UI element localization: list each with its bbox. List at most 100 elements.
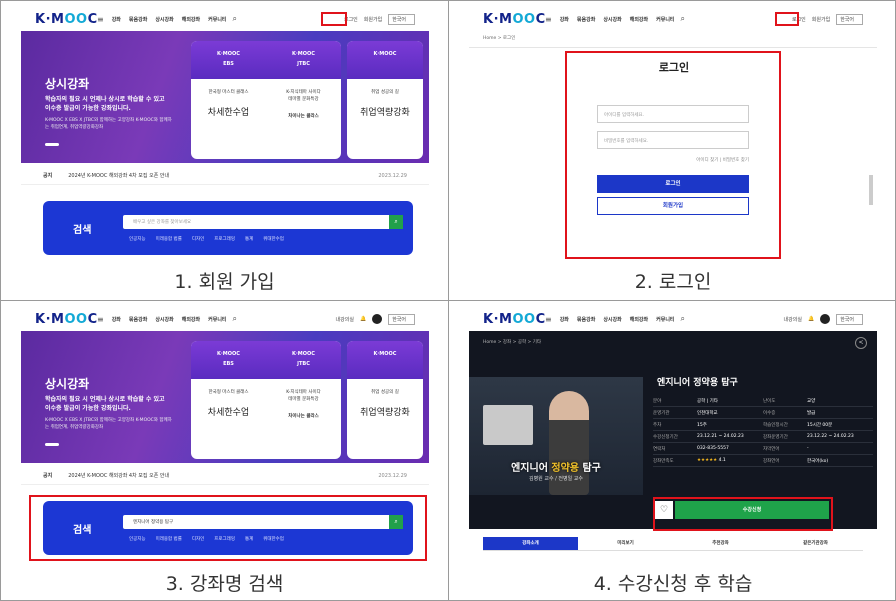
login-title: 로그인 <box>658 61 690 74</box>
id-input[interactable]: 아이디를 입력하세요. <box>597 105 749 123</box>
top-nav: K·MOOC ≡ 강좌 묶음강좌 상시강좌 해외강좌 커뮤니티 ⌕ 내강의실 🔔… <box>469 307 877 331</box>
kmooc-logo[interactable]: K·MOOC <box>483 312 545 327</box>
nav-bundles[interactable]: 묶음강좌 <box>129 316 147 323</box>
nav-always[interactable]: 상시강좌 <box>155 16 173 23</box>
hero-banner: 상시강좌 학습자의 필요 시 언제나 상시로 학습할 수 있고 이수증 발급이 … <box>21 331 429 463</box>
course-tabs: 강좌소개 미리보기 추천강좌 같은기관강좌 <box>483 537 863 551</box>
nav-overseas[interactable]: 해외강좌 <box>182 316 200 323</box>
course-video[interactable]: 엔지니어 정약용 탐구 김병원 교수 / 전병일 교수 <box>469 377 643 495</box>
nav-overseas[interactable]: 해외강좌 <box>182 16 200 23</box>
signup-link[interactable]: 회원가입 <box>812 16 830 23</box>
promo-card-main[interactable]: K·MOOC EBS K·MOOC JTBC 한국형 마스터 클래스 차세한수업 K-… <box>191 41 341 159</box>
notice-bar[interactable]: 공지 2024년 K-MOOC 해외강좌 4차 모집 오픈 안내 2023.12… <box>21 167 429 185</box>
language-select[interactable]: 한국어 <box>388 13 415 25</box>
hero-title: 상시강좌 <box>45 377 90 391</box>
nav-courses[interactable]: 강좌 <box>560 16 569 23</box>
nav-community[interactable]: 커뮤니티 <box>656 316 674 323</box>
bell-icon[interactable]: 🔔 <box>360 316 366 322</box>
search-button[interactable]: ⌕ <box>389 515 403 529</box>
avatar[interactable] <box>372 314 383 324</box>
my-learning-link[interactable]: 내강의실 <box>336 316 354 323</box>
caption-step-3: 3. 강좌명 검색 <box>165 573 284 595</box>
language-select[interactable]: 한국어 <box>388 313 415 325</box>
rating-stars: ★★★★★ <box>697 458 718 463</box>
search-button[interactable]: ⌕ <box>389 215 403 229</box>
step-3-panel: K·MOOC ≡ 강좌 묶음강좌 상시강좌 해외강좌 커뮤니티 ⌕ 내강의실 🔔… <box>1 301 449 601</box>
hero-sub: K-MOOC X EBS X JTBC와 함께하는 고양강좌 K-MOOC와 함… <box>45 418 172 430</box>
search-band: 검색 배우고 싶은 강좌를 찾아보세요 ⌕ 인공지능 미래융합 법률 디자인 프로그래… <box>43 201 413 255</box>
nav-community[interactable]: 커뮤니티 <box>656 16 674 23</box>
menu-icon[interactable]: ≡ <box>545 315 552 324</box>
login-page-screenshot: K·MOOC ≡ 강좌 묶음강좌 상시강좌 해외강좌 커뮤니티 ⌕ 로그인 회원… <box>469 7 877 261</box>
carousel-indicator[interactable] <box>45 443 59 446</box>
search-icon[interactable]: ⌕ <box>233 314 237 324</box>
tab-recommended[interactable]: 추천강좌 <box>673 537 768 551</box>
step-2-panel: K·MOOC ≡ 강좌 묶음강좌 상시강좌 해외강좌 커뮤니티 ⌕ 로그인 회원… <box>449 1 896 301</box>
tab-preview[interactable]: 미리보기 <box>578 537 673 551</box>
menu-icon[interactable]: ≡ <box>97 315 104 324</box>
hero-sub: K-MOOC X EBS X JTBC와 함께하는 고양강좌 K-MOOC와 함… <box>45 118 172 130</box>
breadcrumb: Home > 강좌 > 공학 > 기타 <box>483 340 542 345</box>
share-icon[interactable]: < <box>855 337 867 349</box>
signup-link[interactable]: 회원가입 <box>364 16 382 23</box>
search-icon[interactable]: ⌕ <box>233 14 237 24</box>
search-tags: 인공지능 미래융합 법률 디자인 프로그래밍 통계 위대한수업 <box>129 537 284 542</box>
kmooc-logo[interactable]: K·MOOC <box>483 12 545 27</box>
nav-bundles[interactable]: 묶음강좌 <box>577 316 595 323</box>
menu-icon[interactable]: ≡ <box>545 15 552 24</box>
highlight-enroll <box>653 497 833 531</box>
nav-courses[interactable]: 강좌 <box>112 16 121 23</box>
step-4-panel: K·MOOC ≡ 강좌 묶음강좌 상시강좌 해외강좌 커뮤니티 ⌕ 내강의실 🔔… <box>449 301 896 601</box>
carousel-indicator[interactable] <box>45 143 59 146</box>
search-page-screenshot: K·MOOC ≡ 강좌 묶음강좌 상시강좌 해외강좌 커뮤니티 ⌕ 내강의실 🔔… <box>21 307 429 561</box>
search-band: 검색 엔지니어 정약용 탐구 ⌕ 인공지능 미래융합 법률 디자인 프로그래밍 통계 위대… <box>43 501 413 555</box>
nav-overseas[interactable]: 해외강좌 <box>630 16 648 23</box>
nav-overseas[interactable]: 해외강좌 <box>630 316 648 323</box>
hero-banner: 상시강좌 학습자의 필요 시 언제나 상시로 학습할 수 있고 이수증 발급이 … <box>21 31 429 163</box>
login-button[interactable]: 로그인 <box>597 175 749 193</box>
nav-community[interactable]: 커뮤니티 <box>208 316 226 323</box>
password-input[interactable]: 비밀번호를 입력하세요. <box>597 131 749 149</box>
scrollbar[interactable] <box>869 175 873 205</box>
promo-card-main[interactable]: K·MOOC EBS K·MOOC JTBC 한국형 마스터 클래스 차세한수업 K-… <box>191 341 341 459</box>
nav-bundles[interactable]: 묶음강좌 <box>577 16 595 23</box>
my-learning-link[interactable]: 내강의실 <box>784 316 802 323</box>
find-account-links[interactable]: 아이디 찾기 | 비밀번호 찾기 <box>597 157 749 163</box>
highlight-signup <box>321 12 347 26</box>
search-icon[interactable]: ⌕ <box>681 314 685 324</box>
tab-same-institution[interactable]: 같은기관강좌 <box>768 537 863 551</box>
top-nav: K·MOOC ≡ 강좌 묶음강좌 상시강좌 해외강좌 커뮤니티 ⌕ 로그인 회원… <box>469 7 877 31</box>
kmooc-logo[interactable]: K·MOOC <box>35 312 97 327</box>
tutorial-grid: K·MOOC ≡ 강좌 묶음강좌 상시강좌 해외강좌 커뮤니티 ⌕ 로그인 회원… <box>0 0 896 601</box>
caption-step-1: 1. 회원 가입 <box>174 271 275 293</box>
promo-card-side[interactable]: K·MOOC 취업 성공의 길 취업역량강화 <box>347 341 423 459</box>
avatar[interactable] <box>820 314 831 324</box>
main-page-screenshot: K·MOOC ≡ 강좌 묶음강좌 상시강좌 해외강좌 커뮤니티 ⌕ 로그인 회원… <box>21 7 429 261</box>
nav-courses[interactable]: 강좌 <box>112 316 121 323</box>
top-nav: K·MOOC ≡ 강좌 묶음강좌 상시강좌 해외강좌 커뮤니티 ⌕ 로그인 회원… <box>21 7 429 31</box>
language-select[interactable]: 한국어 <box>836 313 863 325</box>
search-icon[interactable]: ⌕ <box>681 14 685 24</box>
nav-bundles[interactable]: 묶음강좌 <box>129 16 147 23</box>
nav-always[interactable]: 상시강좌 <box>603 316 621 323</box>
course-title: 엔지니어 정약용 탐구 <box>657 378 738 388</box>
join-button[interactable]: 회원가입 <box>597 197 749 215</box>
language-select[interactable]: 한국어 <box>836 13 863 25</box>
tab-intro[interactable]: 강좌소개 <box>483 537 578 551</box>
caption-step-2: 2. 로그인 <box>634 271 712 293</box>
nav-courses[interactable]: 강좌 <box>560 316 569 323</box>
top-nav: K·MOOC ≡ 강좌 묶음강좌 상시강좌 해외강좌 커뮤니티 ⌕ 내강의실 🔔… <box>21 307 429 331</box>
search-input[interactable]: 엔지니어 정약용 탐구 <box>123 515 403 529</box>
nav-always[interactable]: 상시강좌 <box>155 316 173 323</box>
search-input[interactable]: 배우고 싶은 강좌를 찾아보세요 <box>123 215 403 229</box>
notice-bar[interactable]: 공지 2024년 K-MOOC 해외강좌 4차 모집 오픈 안내 2023.12… <box>21 467 429 485</box>
kmooc-logo[interactable]: K·MOOC <box>35 12 97 27</box>
course-info-table: 분야 공학 | 기타 난이도 교양 운영기관 인천대학교 이수증 발급 주차 15주 학습인정시… <box>653 395 873 467</box>
bell-icon[interactable]: 🔔 <box>808 316 814 322</box>
hero-title: 상시강좌 <box>45 77 90 91</box>
promo-card-side[interactable]: K·MOOC 취업 성공의 길 취업역량강화 <box>347 41 423 159</box>
nav-always[interactable]: 상시강좌 <box>603 16 621 23</box>
caption-step-4: 4. 수강신청 후 학습 <box>593 573 753 595</box>
nav-community[interactable]: 커뮤니티 <box>208 16 226 23</box>
menu-icon[interactable]: ≡ <box>97 15 104 24</box>
